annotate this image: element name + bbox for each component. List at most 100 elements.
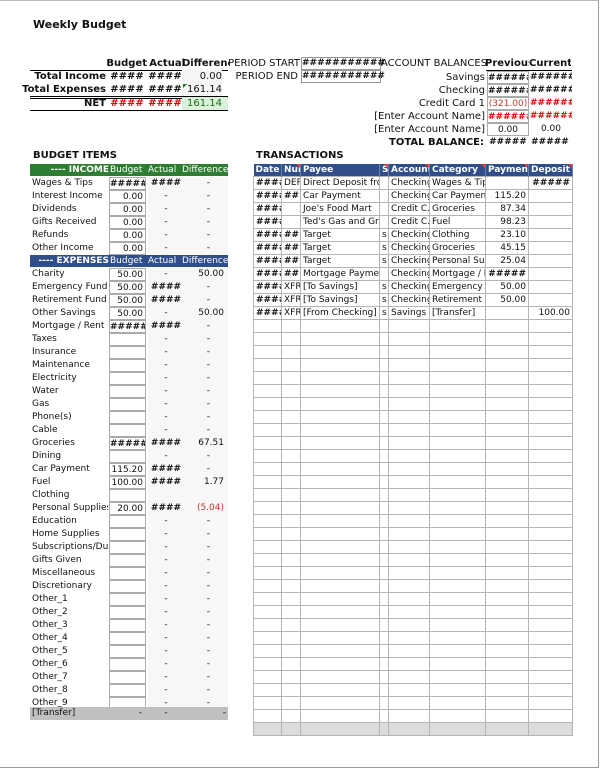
transaction-cell-empty[interactable] bbox=[300, 709, 380, 723]
transaction-cell-empty[interactable] bbox=[281, 319, 301, 333]
transaction-cell-payment[interactable]: 45.15 bbox=[485, 241, 529, 255]
transaction-cell-empty[interactable] bbox=[300, 319, 380, 333]
transaction-cell-empty[interactable] bbox=[485, 488, 529, 502]
transaction-cell-empty[interactable] bbox=[379, 358, 389, 372]
transaction-cell-empty[interactable] bbox=[388, 605, 430, 619]
transaction-cell-empty[interactable] bbox=[281, 644, 301, 658]
transaction-cell-date[interactable]: #### bbox=[253, 215, 282, 229]
transaction-cell-empty[interactable] bbox=[253, 332, 282, 346]
transaction-cell-empty[interactable] bbox=[300, 670, 380, 684]
transaction-cell-empty[interactable] bbox=[300, 527, 380, 541]
transaction-cell-empty[interactable] bbox=[281, 592, 301, 606]
transaction-cell-payment[interactable]: 87.34 bbox=[485, 202, 529, 216]
transaction-cell-empty[interactable] bbox=[379, 566, 389, 580]
transaction-cell-payee[interactable]: Ted's Gas and Grub bbox=[300, 215, 380, 229]
transaction-cell-empty[interactable] bbox=[485, 462, 529, 476]
transaction-cell-payment[interactable]: 50.00 bbox=[485, 280, 529, 294]
transaction-cell-empty[interactable] bbox=[253, 657, 282, 671]
transaction-cell-empty[interactable] bbox=[281, 696, 301, 710]
transaction-cell-payee[interactable]: Target bbox=[300, 254, 380, 268]
transaction-cell-deposit[interactable] bbox=[528, 293, 573, 307]
transaction-cell-empty[interactable] bbox=[281, 657, 301, 671]
transaction-cell-empty[interactable] bbox=[253, 540, 282, 554]
transaction-cell-category[interactable]: Fuel bbox=[429, 215, 486, 229]
transaction-cell-category[interactable]: Mortgage / Rent bbox=[429, 267, 486, 281]
transaction-cell-empty[interactable] bbox=[528, 410, 573, 424]
transaction-cell-empty[interactable] bbox=[253, 553, 282, 567]
transaction-cell-empty[interactable] bbox=[485, 371, 529, 385]
budget-amount-field[interactable]: 50.00 bbox=[109, 307, 146, 320]
transaction-cell-empty[interactable] bbox=[281, 566, 301, 580]
transaction-cell-empty[interactable] bbox=[388, 319, 430, 333]
transaction-cell-empty[interactable] bbox=[485, 475, 529, 489]
transaction-cell-empty[interactable] bbox=[300, 566, 380, 580]
transaction-cell-empty[interactable] bbox=[300, 488, 380, 502]
transaction-cell-empty[interactable] bbox=[429, 540, 486, 554]
transaction-cell-empty[interactable] bbox=[281, 332, 301, 346]
transaction-cell-empty[interactable] bbox=[379, 696, 389, 710]
transaction-cell-s[interactable] bbox=[379, 267, 389, 281]
transaction-cell-empty[interactable] bbox=[300, 540, 380, 554]
transaction-cell-empty[interactable] bbox=[528, 501, 573, 515]
transaction-cell-empty[interactable] bbox=[429, 566, 486, 580]
transaction-cell-empty[interactable] bbox=[281, 501, 301, 515]
transaction-cell-deposit[interactable] bbox=[528, 254, 573, 268]
transaction-cell-empty[interactable] bbox=[379, 501, 389, 515]
transaction-cell-empty[interactable] bbox=[528, 319, 573, 333]
transaction-cell-empty[interactable] bbox=[388, 527, 430, 541]
transaction-cell-empty[interactable] bbox=[281, 358, 301, 372]
transaction-cell-empty[interactable] bbox=[281, 618, 301, 632]
transaction-cell-empty[interactable] bbox=[388, 371, 430, 385]
transaction-cell-payment[interactable]: 25.04 bbox=[485, 254, 529, 268]
transaction-cell-payment[interactable] bbox=[485, 176, 529, 190]
transaction-cell-s[interactable] bbox=[379, 202, 389, 216]
transaction-cell-empty[interactable] bbox=[253, 423, 282, 437]
transaction-cell-empty[interactable] bbox=[485, 384, 529, 398]
transaction-cell-empty[interactable] bbox=[528, 423, 573, 437]
transaction-cell-empty[interactable] bbox=[429, 631, 486, 645]
transaction-cell-empty[interactable] bbox=[388, 657, 430, 671]
transaction-cell-empty[interactable] bbox=[429, 332, 486, 346]
budget-amount-field[interactable]: 100.00 bbox=[109, 476, 146, 489]
transaction-cell-empty[interactable] bbox=[253, 605, 282, 619]
budget-amount-field[interactable] bbox=[109, 619, 146, 632]
transaction-cell-empty[interactable] bbox=[528, 657, 573, 671]
transaction-cell-empty[interactable] bbox=[281, 436, 301, 450]
transaction-cell-payment[interactable] bbox=[485, 306, 529, 320]
transaction-cell-empty[interactable] bbox=[429, 657, 486, 671]
budget-amount-field[interactable] bbox=[109, 372, 146, 385]
transaction-cell-empty[interactable] bbox=[388, 397, 430, 411]
transaction-cell-empty[interactable] bbox=[528, 345, 573, 359]
transaction-cell-empty[interactable] bbox=[485, 345, 529, 359]
transaction-cell-empty[interactable] bbox=[379, 371, 389, 385]
transaction-cell-empty[interactable] bbox=[253, 462, 282, 476]
transaction-cell-payment[interactable]: 23.10 bbox=[485, 228, 529, 242]
transaction-cell-num[interactable]: ## bbox=[281, 267, 301, 281]
transaction-cell-empty[interactable] bbox=[281, 514, 301, 528]
transaction-cell-empty[interactable] bbox=[429, 605, 486, 619]
transaction-cell-empty[interactable] bbox=[300, 384, 380, 398]
transaction-cell-empty[interactable] bbox=[253, 722, 282, 736]
transaction-cell-empty[interactable] bbox=[388, 384, 430, 398]
transaction-cell-empty[interactable] bbox=[300, 436, 380, 450]
transaction-cell-empty[interactable] bbox=[281, 553, 301, 567]
transaction-cell-empty[interactable] bbox=[485, 397, 529, 411]
transaction-cell-deposit[interactable] bbox=[528, 228, 573, 242]
transactions-header-deposit[interactable]: Deposit bbox=[528, 164, 573, 177]
transaction-cell-empty[interactable] bbox=[528, 553, 573, 567]
budget-amount-field[interactable] bbox=[109, 333, 146, 346]
transaction-cell-date[interactable]: #### bbox=[253, 176, 282, 190]
transaction-cell-empty[interactable] bbox=[300, 657, 380, 671]
transaction-cell-empty[interactable] bbox=[429, 319, 486, 333]
transaction-cell-s[interactable]: s bbox=[379, 280, 389, 294]
transaction-cell-empty[interactable] bbox=[379, 579, 389, 593]
transaction-cell-payment[interactable]: 115.20 bbox=[485, 189, 529, 203]
transaction-cell-empty[interactable] bbox=[379, 423, 389, 437]
transaction-cell-empty[interactable] bbox=[528, 696, 573, 710]
transaction-cell-empty[interactable] bbox=[528, 527, 573, 541]
transaction-cell-empty[interactable] bbox=[485, 514, 529, 528]
account-previous-balance[interactable]: ###### bbox=[487, 84, 529, 97]
transaction-cell-empty[interactable] bbox=[253, 371, 282, 385]
transaction-cell-empty[interactable] bbox=[253, 397, 282, 411]
transaction-cell-empty[interactable] bbox=[429, 462, 486, 476]
